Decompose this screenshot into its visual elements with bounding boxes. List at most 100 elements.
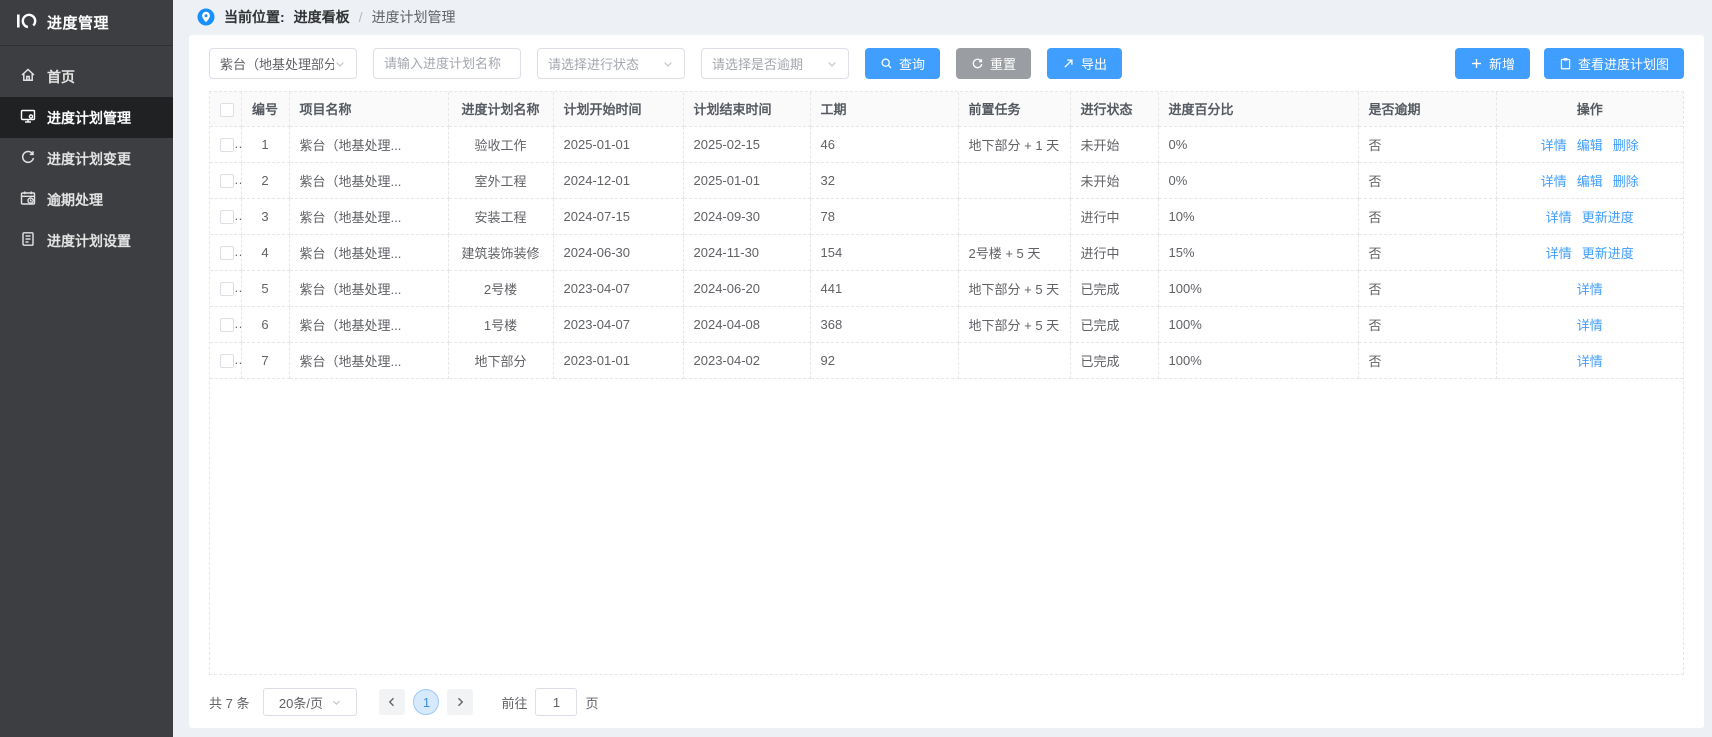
cell-end: 2024-04-08	[683, 306, 810, 342]
action-delete[interactable]: 删除	[1613, 174, 1639, 189]
cell-start: 2024-12-01	[553, 162, 683, 198]
status-select[interactable]: 请选择进行状态	[537, 48, 685, 79]
export-button-label: 导出	[1081, 54, 1107, 73]
cell-percent: 15%	[1158, 234, 1358, 270]
sidebar-item-overdue[interactable]: 逾期处理	[0, 179, 173, 220]
action-detail[interactable]: 详情	[1546, 246, 1572, 261]
cell-pre-task: 地下部分 + 5 天	[958, 306, 1070, 342]
cell-percent: 100%	[1158, 342, 1358, 378]
row-checkbox[interactable]	[220, 354, 234, 368]
document-icon	[20, 231, 36, 250]
cell-status: 进行中	[1070, 234, 1158, 270]
view-plan-chart-button[interactable]: 查看进度计划图	[1544, 48, 1684, 79]
clipboard-icon	[1559, 57, 1572, 70]
add-button-label: 新增	[1489, 54, 1515, 73]
chevron-right-icon	[454, 696, 466, 708]
action-update-progress[interactable]: 更新进度	[1582, 246, 1634, 261]
add-button[interactable]: 新增	[1455, 48, 1530, 79]
next-page-button[interactable]	[447, 689, 473, 715]
overdue-select-placeholder: 请选择是否逾期	[712, 54, 803, 73]
pagination: 共 7 条 20条/页 1 前往 页	[209, 688, 1684, 716]
action-delete[interactable]: 删除	[1613, 138, 1639, 153]
jump-suffix: 页	[585, 693, 598, 712]
app-root: 进度管理 首页 进度计划管理	[0, 0, 1712, 737]
cell-no: 3	[241, 198, 289, 234]
cell-overdue: 否	[1358, 198, 1496, 234]
col-header-plan-name: 进度计划名称	[448, 92, 553, 126]
action-detail[interactable]: 详情	[1577, 354, 1603, 369]
action-detail[interactable]: 详情	[1577, 282, 1603, 297]
select-all-checkbox[interactable]	[220, 103, 234, 117]
project-select-value: 紫台（地基处理部分	[220, 54, 334, 73]
search-icon	[880, 57, 893, 70]
cell-overdue: 否	[1358, 162, 1496, 198]
cell-end: 2024-11-30	[683, 234, 810, 270]
action-detail[interactable]: 详情	[1546, 210, 1572, 225]
sidebar-item-home[interactable]: 首页	[0, 56, 173, 97]
action-edit[interactable]: 编辑	[1577, 138, 1603, 153]
cell-no: 7	[241, 342, 289, 378]
page-size-select[interactable]: 20条/页	[263, 688, 357, 716]
export-button[interactable]: 导出	[1047, 48, 1122, 79]
cell-end: 2024-06-20	[683, 270, 810, 306]
row-checkbox[interactable]	[220, 282, 234, 296]
prev-page-button[interactable]	[379, 689, 405, 715]
calendar-clock-icon	[20, 190, 36, 209]
cell-project: 紫台（地基处理...	[289, 198, 448, 234]
action-detail[interactable]: 详情	[1577, 318, 1603, 333]
page-jumper: 前往 页	[501, 688, 598, 716]
cell-pre-task: 地下部分 + 5 天	[958, 270, 1070, 306]
sidebar-item-plan-management[interactable]: 进度计划管理	[0, 97, 173, 138]
plan-name-input[interactable]	[373, 48, 521, 79]
search-button[interactable]: 查询	[865, 48, 940, 79]
project-select[interactable]: 紫台（地基处理部分	[209, 48, 357, 79]
action-detail[interactable]: 详情	[1541, 138, 1567, 153]
row-checkbox[interactable]	[220, 318, 234, 332]
reset-button[interactable]: 重置	[956, 48, 1031, 79]
cell-start: 2023-04-07	[553, 306, 683, 342]
cell-no: 6	[241, 306, 289, 342]
col-header-overdue: 是否逾期	[1358, 92, 1496, 126]
table-row: 5 紫台（地基处理... 2号楼 2023-04-07 2024-06-20 4…	[210, 270, 1683, 306]
table-row: 3 紫台（地基处理... 安装工程 2024-07-15 2024-09-30 …	[210, 198, 1683, 234]
toolbar-right: 新增 查看进度计划图	[1455, 48, 1684, 79]
cell-pre-task	[958, 162, 1070, 198]
cell-percent: 0%	[1158, 126, 1358, 162]
jump-page-input[interactable]	[535, 688, 577, 716]
cell-pre-task	[958, 342, 1070, 378]
cell-percent: 100%	[1158, 306, 1358, 342]
cell-no: 2	[241, 162, 289, 198]
cell-percent: 100%	[1158, 270, 1358, 306]
sidebar-item-plan-settings[interactable]: 进度计划设置	[0, 220, 173, 261]
row-checkbox[interactable]	[220, 174, 234, 188]
cell-end: 2024-09-30	[683, 198, 810, 234]
action-detail[interactable]: 详情	[1541, 174, 1567, 189]
logo-bar: 进度管理	[0, 0, 173, 46]
sidebar-item-label: 进度计划变更	[47, 149, 131, 169]
overdue-select[interactable]: 请选择是否逾期	[701, 48, 849, 79]
col-header-pre-task: 前置任务	[958, 92, 1070, 126]
breadcrumb-root[interactable]: 进度看板	[294, 7, 350, 27]
cell-no: 4	[241, 234, 289, 270]
refresh-icon	[20, 149, 36, 168]
row-checkbox[interactable]	[220, 210, 234, 224]
row-checkbox[interactable]	[220, 138, 234, 152]
cell-status: 已完成	[1070, 270, 1158, 306]
cell-start: 2023-01-01	[553, 342, 683, 378]
row-checkbox[interactable]	[220, 246, 234, 260]
page-number-current[interactable]: 1	[413, 689, 439, 715]
cell-overdue: 否	[1358, 306, 1496, 342]
sidebar-item-label: 进度计划管理	[47, 108, 131, 128]
content-card: 紫台（地基处理部分 请选择进行状态 请选择是否逾期	[189, 35, 1704, 728]
action-edit[interactable]: 编辑	[1577, 174, 1603, 189]
cell-duration: 32	[810, 162, 958, 198]
table-row: 1 紫台（地基处理... 验收工作 2025-01-01 2025-02-15 …	[210, 126, 1683, 162]
pagination-total: 共 7 条	[209, 693, 249, 712]
cell-status: 已完成	[1070, 306, 1158, 342]
sidebar-item-plan-change[interactable]: 进度计划变更	[0, 138, 173, 179]
col-header-duration: 工期	[810, 92, 958, 126]
plan-table-container: 编号 项目名称 进度计划名称 计划开始时间 计划结束时间 工期 前置任务 进行状…	[209, 91, 1684, 675]
sidebar-item-label: 进度计划设置	[47, 231, 131, 251]
plus-icon	[1470, 57, 1483, 70]
action-update-progress[interactable]: 更新进度	[1582, 210, 1634, 225]
